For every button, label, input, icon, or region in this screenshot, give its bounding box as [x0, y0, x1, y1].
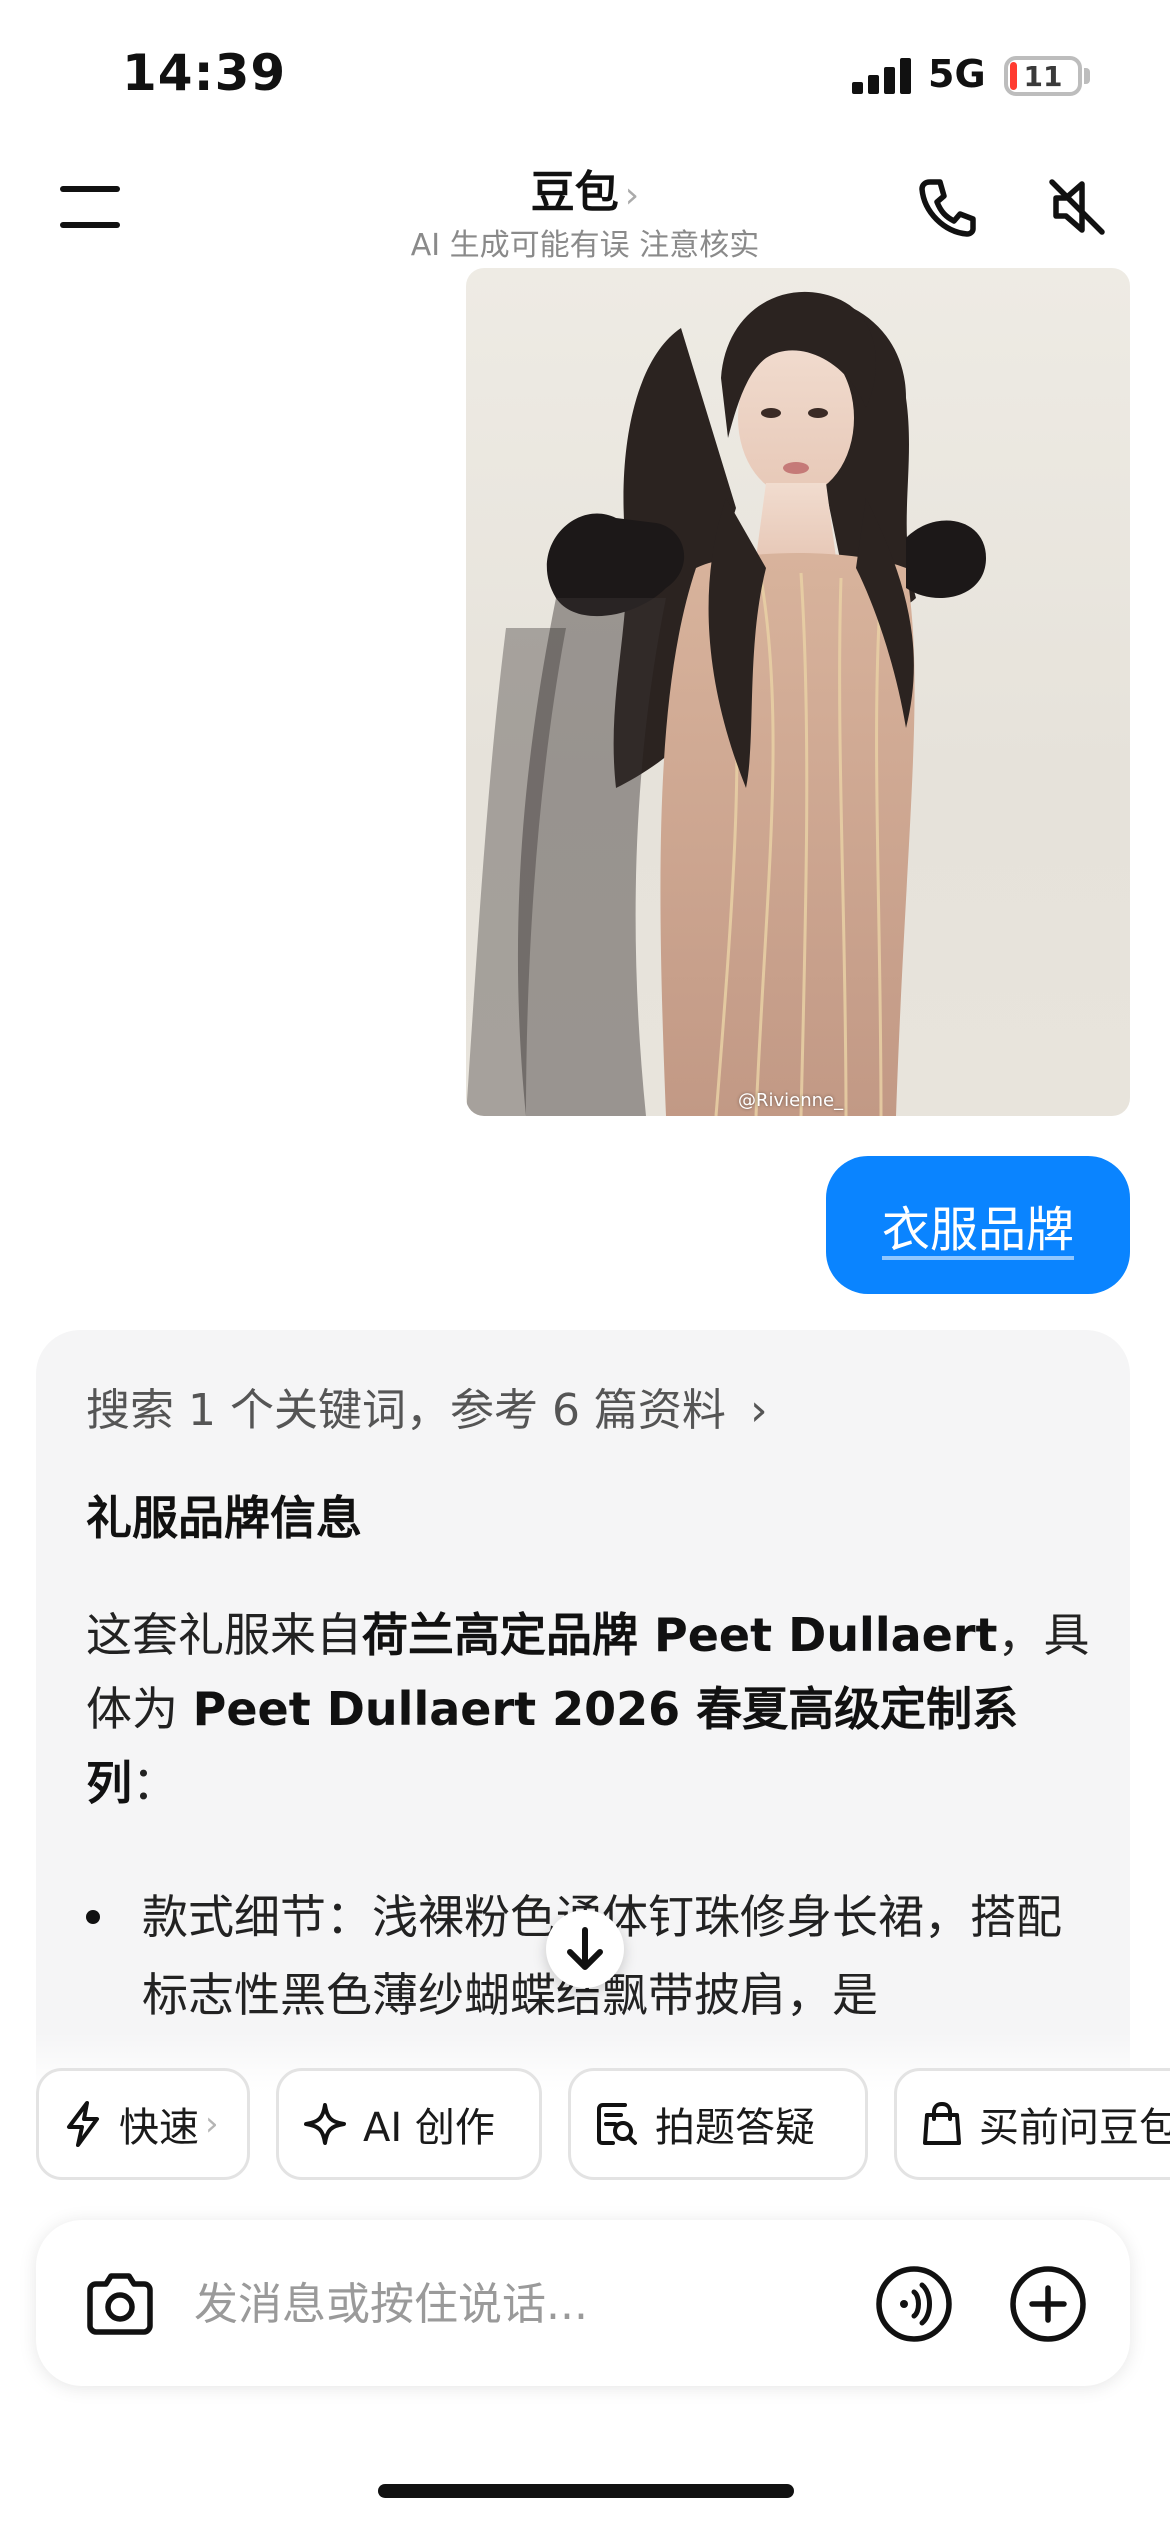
quick-action-label: 拍题答疑 — [655, 2105, 815, 2151]
message-input-bar — [36, 2220, 1130, 2386]
answer-bold-text: Peet Dullaert 2026 春夏高级定制系列 — [86, 1682, 1019, 1810]
search-summary-link[interactable]: 搜索 1 个关键词，参考 6 篇资料 › — [86, 1374, 768, 1438]
status-time: 14:39 — [122, 44, 287, 102]
bot-title[interactable]: 豆包 › — [335, 156, 835, 220]
bullet-dot — [86, 1910, 100, 1924]
ai-disclaimer: AI 生成可能有误 注意核实 — [410, 228, 760, 263]
photo-watermark: @Rivienne_ — [738, 1090, 844, 1111]
quick-action-fast[interactable]: 快速 › — [36, 2068, 250, 2180]
network-type: 5G — [928, 52, 986, 96]
user-message-text: 衣服品牌 — [881, 1202, 1074, 1258]
chevron-right-icon: › — [624, 175, 640, 216]
quick-action-ai-create[interactable]: AI 创作 — [276, 2068, 542, 2180]
quick-action-photo-question[interactable]: 拍题答疑 — [568, 2068, 868, 2180]
shared-photo[interactable]: @Rivienne_ — [466, 268, 1130, 1116]
answer-paragraph: 这套礼服来自荷兰高定品牌 Peet Dullaert，具体为 Peet Dull… — [86, 1598, 1096, 1820]
battery-level: 11 — [1023, 60, 1063, 93]
scroll-to-bottom-button[interactable] — [546, 1910, 624, 1988]
shopping-bag-icon — [923, 2101, 961, 2145]
answer-text: ： — [132, 1756, 178, 1810]
arrow-down-icon — [567, 1927, 603, 1970]
camera-icon[interactable] — [82, 2266, 158, 2342]
battery-nub — [1084, 68, 1090, 84]
status-bar: 14:39 5G 11 — [0, 0, 1170, 150]
voice-call-icon[interactable] — [874, 2264, 954, 2344]
chat-header: 豆包 › AI 生成可能有误 注意核实 — [0, 150, 1170, 270]
phone-icon[interactable] — [912, 172, 982, 242]
bot-name: 豆包 — [530, 167, 619, 218]
quick-action-ask-before-buy[interactable]: 买前问豆包 — [894, 2068, 1170, 2180]
chevron-right-icon: › — [749, 1385, 768, 1436]
quick-action-label: AI 创作 — [363, 2105, 495, 2151]
search-summary-text: 搜索 1 个关键词，参考 6 篇资料 — [86, 1385, 726, 1436]
quick-actions-bar: 快速 › AI 创作 拍题答疑 买前问豆包 — [0, 2068, 1170, 2180]
sparkle-icon — [304, 2103, 346, 2145]
speaker-muted-icon[interactable] — [1042, 172, 1112, 242]
quick-action-label: 买前问豆包 — [979, 2105, 1170, 2151]
answer-bold-text: 荷兰高定品牌 Peet Dullaert — [362, 1608, 998, 1662]
answer-heading: 礼服品牌信息 — [86, 1491, 362, 1545]
lightning-icon — [67, 2101, 99, 2147]
chevron-right-icon: › — [205, 2104, 219, 2144]
answer-text: 这套礼服来自 — [86, 1608, 362, 1662]
home-indicator[interactable] — [378, 2484, 794, 2498]
photo-search-icon — [597, 2103, 637, 2145]
photo-illustration — [466, 291, 986, 1116]
quick-action-label: 快速 — [119, 2105, 199, 2151]
plus-circle-icon[interactable] — [1008, 2264, 1088, 2344]
cellular-signal-icon — [852, 58, 912, 94]
user-message-bubble[interactable]: 衣服品牌 — [826, 1156, 1130, 1294]
hamburger-menu-icon[interactable] — [60, 186, 120, 230]
message-input[interactable] — [194, 2264, 794, 2344]
battery-icon: 11 — [1004, 56, 1082, 96]
